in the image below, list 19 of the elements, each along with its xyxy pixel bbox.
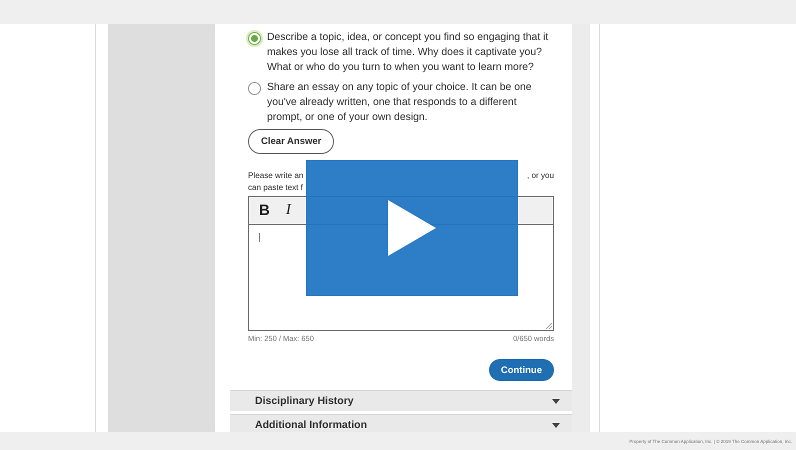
section-header[interactable]: Additional Information (230, 414, 572, 432)
radio-button[interactable] (248, 82, 261, 95)
prompt-text: Describe a topic, idea, or concept you find so engaging that it makes you lose all track of time. Why does it captivate you? What or who do you turn to when you want to learn more? (267, 31, 550, 75)
section-header[interactable]: Disciplinary History (230, 390, 572, 411)
radio-button[interactable] (248, 32, 261, 45)
clear-answer-button[interactable]: Clear Answer (248, 129, 334, 154)
bold-button[interactable]: B (257, 202, 272, 219)
caret-icon (552, 398, 560, 404)
instruction-text: can paste text f (248, 183, 303, 192)
italic-button[interactable]: I (284, 202, 293, 219)
continue-button[interactable]: Continue (488, 359, 554, 381)
caret-icon (552, 422, 560, 428)
instruction-text: Please write an (248, 170, 304, 182)
instruction-text: , or you (527, 170, 554, 182)
play-icon[interactable] (388, 200, 436, 256)
prompt-text: Share an essay on any topic of your choice. It can be one you've already written, one that responds to a different prompt, or one of your own design. (267, 81, 533, 125)
resize-handle-icon[interactable] (546, 323, 552, 329)
text-cursor (259, 233, 260, 242)
video-overlay[interactable] (306, 160, 518, 296)
